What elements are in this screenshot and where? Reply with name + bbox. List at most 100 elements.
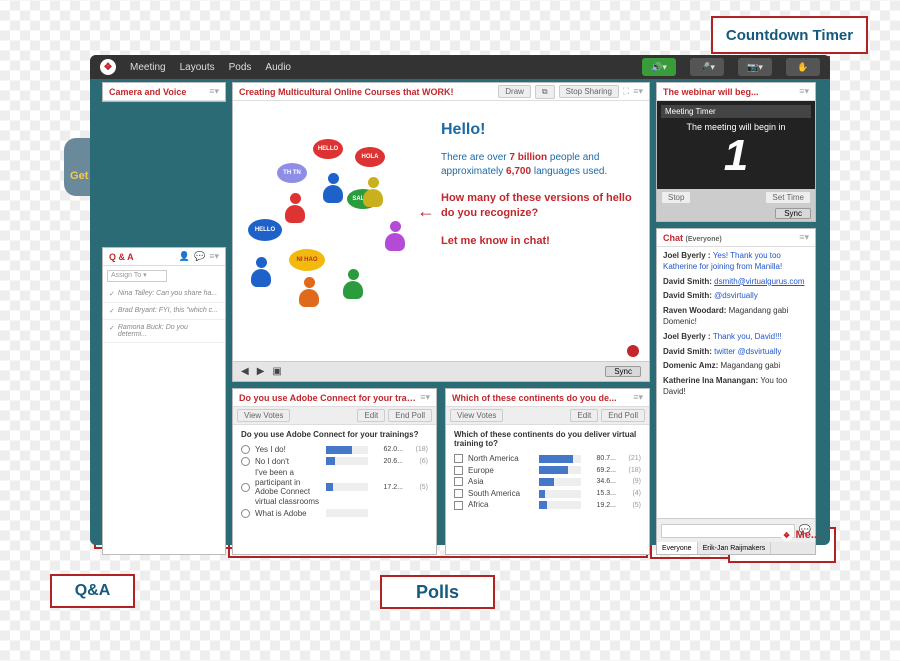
timer-display: Meeting Timer The meeting will begin in …: [657, 101, 815, 189]
label-countdown-timer: Countdown Timer: [711, 16, 868, 54]
poll-option[interactable]: What is Adobe: [233, 508, 436, 520]
label-qa: Q&A: [50, 574, 135, 608]
qa-item[interactable]: Nina Talley: Can you share ha...: [103, 286, 225, 303]
pod-chat: Chat (Everyone) ≡▾ Joel Byerly : Yes! Th…: [656, 228, 816, 555]
prev-icon[interactable]: ◀: [241, 366, 249, 377]
webcam-icon[interactable]: 📷▾: [738, 58, 772, 76]
chat-input[interactable]: [661, 524, 795, 538]
timer-panel-label: Meeting Timer: [661, 105, 811, 118]
poll1-title: Do you use Adobe Connect for your train.…: [239, 393, 416, 403]
sync-button[interactable]: Sync: [605, 366, 641, 377]
menu-audio[interactable]: Audio: [265, 62, 291, 73]
poll1-view-votes-button[interactable]: View Votes: [237, 409, 290, 422]
poll-option[interactable]: North America80.7...(21): [446, 453, 649, 465]
fullscreen-icon[interactable]: ⛶: [623, 86, 629, 97]
share-canvas: HELLO TH TN HELLO HOLA SALAM NI HAO: [233, 101, 649, 381]
speaker-icon[interactable]: 🔊▾: [642, 58, 676, 76]
poll2-question: Which of these continents do you deliver…: [446, 425, 649, 453]
pod-menu-icon[interactable]: ≡▾: [420, 392, 430, 403]
poll-option[interactable]: Africa19.2...(5): [446, 499, 649, 511]
share-title: Creating Multicultural Online Courses th…: [239, 87, 494, 97]
stop-sharing-button[interactable]: Stop Sharing: [559, 85, 619, 98]
share-heading: Hello!: [441, 121, 636, 139]
brand-icon: [627, 345, 639, 357]
chat-message: Domenic Amz: Magandang gabi: [663, 361, 809, 372]
raise-hand-icon[interactable]: ✋: [786, 58, 820, 76]
timer-title: The webinar will beg...: [663, 87, 795, 97]
qa-title: Q & A: [109, 252, 175, 262]
pod-menu-icon[interactable]: ≡▾: [633, 86, 643, 97]
pod-camera-voice[interactable]: Camera and Voice ≡▾: [102, 82, 226, 102]
share-question: How many of these versions of hello do y…: [441, 191, 636, 222]
share-cta: Let me know in chat!: [441, 234, 636, 249]
timer-value: 1: [724, 136, 748, 176]
pod-menu-icon[interactable]: ≡▾: [799, 86, 809, 97]
pod-qa: Q & A 👤 💬 ≡▾ Assign To ▾ Nina Talley: Ca…: [102, 247, 226, 555]
pod-poll-1: Do you use Adobe Connect for your train.…: [232, 388, 437, 555]
bubble-4: HOLA: [355, 147, 385, 167]
chat-tabs: Everyone Erik-Jan Raijmakers: [657, 542, 815, 554]
footer-brand: ❖Me...: [781, 529, 820, 541]
share-controls: ◀ ▶ ▣ Sync: [233, 361, 649, 381]
bubble-6: NI HAO: [289, 249, 325, 271]
qa-item[interactable]: Brad Bryant: FYI, this "which c...: [103, 303, 225, 320]
hello-illustration: HELLO TH TN HELLO HOLA SALAM NI HAO: [243, 127, 431, 301]
qa-user-icon[interactable]: 👤: [179, 251, 190, 262]
timer-stop-button[interactable]: Stop: [661, 191, 691, 204]
pod-share: Creating Multicultural Online Courses th…: [232, 82, 650, 382]
poll-option[interactable]: No I don't20.6...(6): [233, 456, 436, 468]
poll-option[interactable]: Yes I do!62.0...(18): [233, 444, 436, 456]
poll1-question: Do you use Adobe Connect for your traini…: [233, 425, 436, 444]
chat-message: Joel Byerly : Yes! Thank you too Katheri…: [663, 251, 809, 273]
timer-sync-button[interactable]: Sync: [775, 208, 811, 219]
poll1-edit-button[interactable]: Edit: [357, 409, 385, 422]
connect-stage: ❖ Meeting Layouts Pods Audio 🔊▾ 🎤▾ 📷▾ ✋ …: [90, 55, 830, 545]
chat-title: Chat (Everyone): [663, 233, 795, 243]
chat-tab-user[interactable]: Erik-Jan Raijmakers: [698, 542, 772, 554]
bubble-hello: HELLO: [248, 219, 282, 241]
camera-title: Camera and Voice: [109, 87, 205, 97]
share-line1: There are over 7 billion people and appr…: [441, 151, 636, 179]
pod-menu-icon[interactable]: ≡▾: [209, 251, 219, 262]
poll-option[interactable]: Europe69.2...(18): [446, 465, 649, 477]
mic-icon[interactable]: 🎤▾: [690, 58, 724, 76]
qa-assign-select[interactable]: Assign To ▾: [107, 270, 167, 282]
chat-message: David Smith: twitter @dsvirtually: [663, 347, 809, 358]
qa-item[interactable]: Ramona Buck: Do you determi...: [103, 320, 225, 343]
menu-layouts[interactable]: Layouts: [180, 62, 215, 73]
pointer-button[interactable]: ⧉: [535, 85, 555, 99]
bubble-2: TH TN: [277, 163, 307, 183]
poll2-edit-button[interactable]: Edit: [570, 409, 598, 422]
poll1-end-button[interactable]: End Poll: [388, 409, 432, 422]
pod-poll-2: Which of these continents do you de... ≡…: [445, 388, 650, 555]
chat-message: Raven Woodard: Magandang gabi Domenic!: [663, 306, 809, 328]
stop-icon[interactable]: ▣: [272, 366, 281, 377]
share-text-block: Hello! There are over 7 billion people a…: [441, 121, 636, 261]
poll-option[interactable]: I've been a participant in Adobe Connect…: [233, 467, 436, 507]
timer-settime-button[interactable]: Set Time: [765, 191, 811, 204]
app-logo[interactable]: ❖: [100, 59, 116, 75]
qa-send-icon[interactable]: 💬: [194, 251, 205, 262]
chat-message-list[interactable]: Joel Byerly : Yes! Thank you too Katheri…: [657, 247, 815, 518]
pod-menu-icon[interactable]: ≡▾: [209, 86, 219, 97]
chat-message: Katherine Ina Manangan: You too David!: [663, 376, 809, 398]
chat-tab-everyone[interactable]: Everyone: [657, 542, 698, 554]
chat-message: David Smith: dsmith@virtualgurus.com: [663, 277, 809, 288]
pod-countdown-timer: The webinar will beg... ≡▾ Meeting Timer…: [656, 82, 816, 222]
bubble-3: HELLO: [313, 139, 343, 159]
pod-menu-icon[interactable]: ≡▾: [633, 392, 643, 403]
poll-option[interactable]: Asia34.6...(9): [446, 476, 649, 488]
draw-button[interactable]: Draw: [498, 85, 531, 98]
poll2-title: Which of these continents do you de...: [452, 393, 629, 403]
pod-menu-icon[interactable]: ≡▾: [799, 232, 809, 243]
next-icon[interactable]: ▶: [257, 366, 265, 377]
menu-pods[interactable]: Pods: [229, 62, 252, 73]
poll-option[interactable]: South America15.3...(4): [446, 488, 649, 500]
chat-message: David Smith: @dsvirtually: [663, 291, 809, 302]
menu-meeting[interactable]: Meeting: [130, 62, 166, 73]
chat-message: Joel Byerly : Thank you, David!!!: [663, 332, 809, 343]
poll2-view-votes-button[interactable]: View Votes: [450, 409, 503, 422]
poll2-end-button[interactable]: End Poll: [601, 409, 645, 422]
menu-bar: ❖ Meeting Layouts Pods Audio 🔊▾ 🎤▾ 📷▾ ✋: [90, 55, 830, 79]
label-polls: Polls: [380, 575, 495, 609]
